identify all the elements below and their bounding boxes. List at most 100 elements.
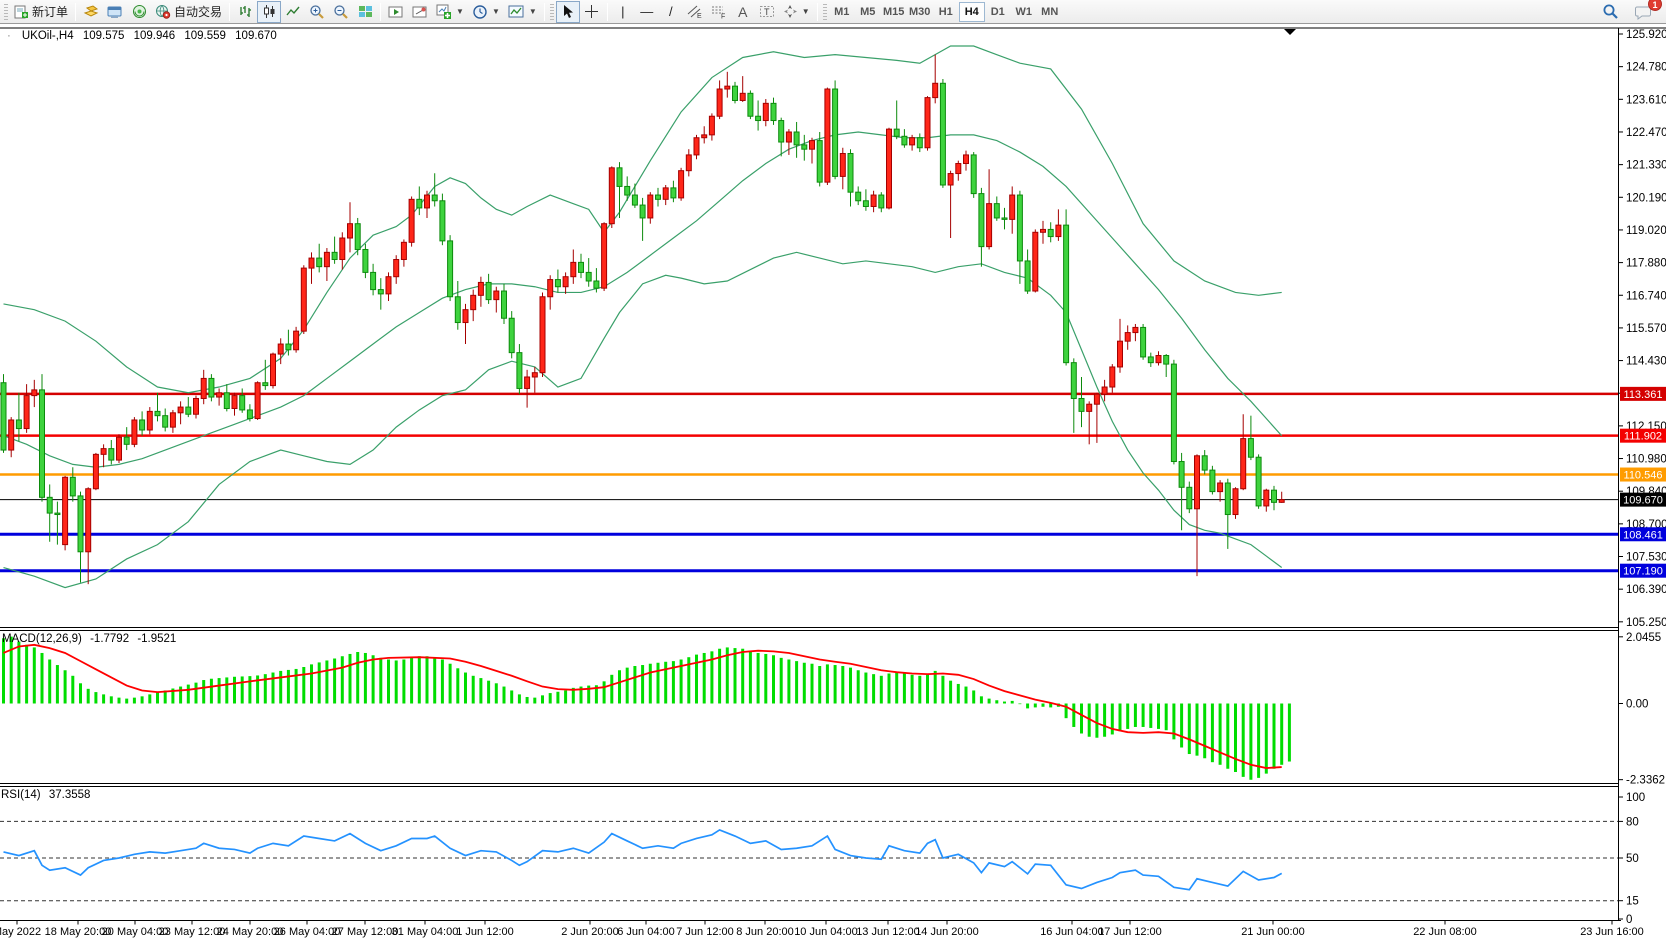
zoom-out-button[interactable] — [329, 1, 353, 23]
rsi-pane[interactable] — [0, 821, 1618, 900]
candle — [1056, 225, 1061, 236]
arrange-charts-icon — [388, 5, 404, 19]
equidistant-channel-button[interactable]: E — [683, 1, 707, 23]
timeframe-h4-button[interactable]: H4 — [959, 2, 985, 22]
cursor-button[interactable] — [556, 1, 580, 23]
vertical-line-button[interactable]: | — [611, 1, 635, 23]
candle — [1, 383, 6, 450]
rsi-indicator-label: RSI(14) 37.3558 — [1, 789, 90, 801]
timeframe-m1-button[interactable]: M1 — [829, 2, 855, 22]
toolbar-grip[interactable] — [550, 4, 554, 20]
macd-pane[interactable] — [4, 637, 1290, 780]
time-axis[interactable]: May 202218 May 20:0020 May 04:0023 May 1… — [0, 921, 1644, 939]
svg-text:14 Jun 20:00: 14 Jun 20:00 — [915, 926, 979, 938]
candle — [155, 411, 160, 415]
autotrade-globe-icon — [155, 4, 171, 19]
candle — [602, 224, 607, 288]
candle — [648, 195, 653, 218]
chevron-down-icon: ▼ — [802, 7, 810, 16]
arrows-button[interactable]: ▼ — [779, 1, 814, 23]
candle — [348, 224, 353, 238]
svg-text:108.461: 108.461 — [1623, 529, 1663, 541]
indicator-templates-icon — [508, 4, 525, 19]
timeframe-m5-button[interactable]: M5 — [855, 2, 881, 22]
candle — [586, 272, 591, 281]
timeframe-mn-button[interactable]: MN — [1037, 2, 1063, 22]
terminal-window-button[interactable] — [103, 1, 127, 23]
autotrade-button[interactable]: 自动交易 — [151, 1, 226, 23]
svg-text:17 Jun 12:00: 17 Jun 12:00 — [1098, 926, 1162, 938]
candle — [709, 116, 714, 135]
candle — [1087, 404, 1092, 411]
crosshair-button[interactable] — [580, 1, 604, 23]
candle — [232, 396, 237, 409]
chat-button[interactable]: 1 — [1631, 1, 1656, 23]
text-label-icon: T — [759, 4, 775, 19]
bar-chart-button[interactable] — [233, 1, 257, 23]
line-chart-icon — [286, 4, 301, 19]
candlestick-chart-button[interactable] — [257, 1, 281, 23]
timeframe-clock-button[interactable]: ▼ — [468, 1, 504, 23]
trendline-button[interactable]: / — [659, 1, 683, 23]
candle — [1210, 470, 1215, 491]
candle — [702, 135, 707, 138]
candle — [1164, 355, 1169, 364]
candle — [625, 186, 630, 195]
line-chart-button[interactable] — [281, 1, 305, 23]
candle — [794, 132, 799, 145]
svg-text:119.020: 119.020 — [1626, 225, 1666, 237]
zoom-out-icon — [333, 4, 349, 20]
timeframe-m15-button[interactable]: M15 — [881, 2, 907, 22]
svg-text:8 Jun 20:00: 8 Jun 20:00 — [736, 926, 794, 938]
horizontal-line-button[interactable]: — — [635, 1, 659, 23]
candle — [247, 410, 252, 419]
candle — [494, 291, 499, 300]
candlestick-chart-icon — [262, 4, 277, 19]
indicator-axis[interactable]: 2.04550.00-2.33621008050150 — [1618, 632, 1665, 926]
vertical-line-icon: | — [621, 5, 624, 18]
community-button[interactable] — [127, 1, 151, 23]
toolbar-grip[interactable] — [823, 4, 827, 20]
candle — [1256, 457, 1261, 506]
timeframe-d1-button[interactable]: D1 — [985, 2, 1011, 22]
arrange-charts-button[interactable] — [384, 1, 408, 23]
candle — [579, 262, 584, 272]
timeframe-w1-button[interactable]: W1 — [1011, 2, 1037, 22]
candle — [471, 295, 476, 309]
price-chart-svg[interactable]: 125.920124.780123.610122.470121.330120.1… — [0, 24, 1666, 941]
candle — [1272, 490, 1277, 502]
candle — [63, 477, 68, 544]
svg-text:13 Jun 12:00: 13 Jun 12:00 — [856, 926, 920, 938]
fibonacci-button[interactable]: F — [707, 1, 731, 23]
candle — [425, 195, 430, 208]
separator — [75, 3, 76, 21]
candle — [209, 378, 214, 397]
svg-text:113.361: 113.361 — [1624, 389, 1663, 401]
new-order-button[interactable]: 新订单 — [10, 1, 72, 23]
text-button[interactable]: A — [731, 1, 755, 23]
candle — [1225, 483, 1230, 515]
arrange-tracking-button[interactable] — [408, 1, 432, 23]
candle — [1025, 261, 1030, 291]
main-toolbar: 新订单 自动交易 — [0, 0, 1666, 24]
search-button[interactable] — [1598, 1, 1623, 23]
indicator-templates-button[interactable]: ▼ — [504, 1, 541, 23]
svg-text:15: 15 — [1626, 896, 1639, 908]
candle — [1141, 327, 1146, 357]
gold-cube-button[interactable] — [79, 1, 103, 23]
svg-text:123.610: 123.610 — [1626, 94, 1666, 106]
candle — [940, 83, 945, 185]
text-label-button[interactable]: T — [755, 1, 779, 23]
gold-cube-icon — [83, 5, 99, 19]
candle — [964, 155, 969, 164]
separator — [229, 3, 230, 21]
candle — [894, 129, 899, 136]
timeframe-m30-button[interactable]: M30 — [907, 2, 933, 22]
candle — [663, 188, 668, 199]
candle — [1148, 357, 1153, 363]
toolbar-grip[interactable] — [4, 4, 8, 20]
new-chart-button[interactable]: ▼ — [432, 1, 468, 23]
zoom-in-button[interactable] — [305, 1, 329, 23]
timeframe-h1-button[interactable]: H1 — [933, 2, 959, 22]
tile-windows-button[interactable] — [353, 1, 377, 23]
